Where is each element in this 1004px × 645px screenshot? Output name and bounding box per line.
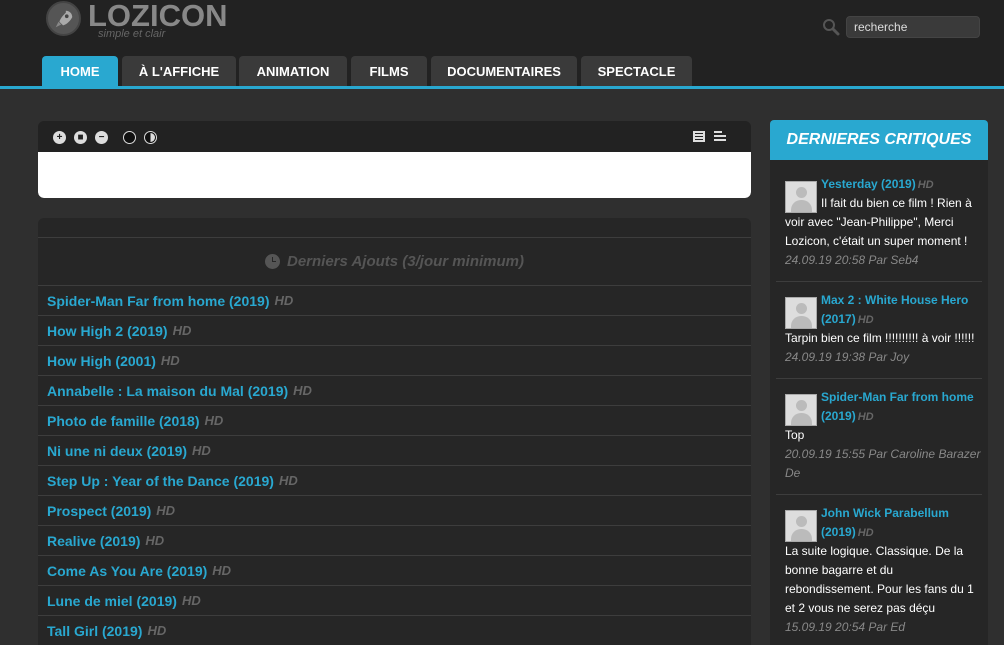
review-item: Yesterday (2019) HD Il fait du bien ce fi…	[776, 172, 982, 282]
hd-badge: HD	[192, 443, 211, 458]
film-title-link[interactable]: Prospect (2019)	[47, 503, 151, 519]
review-text: voir avec "Jean-Philippe", Merci	[785, 215, 954, 229]
review-meta: De	[785, 466, 801, 480]
review-item: Max 2 : White House Hero (2017) HD Tarpin …	[776, 288, 982, 379]
zoom-out-icon[interactable]: −	[95, 131, 108, 144]
review-film-title[interactable]: John Wick Parabellum (2019) HD	[821, 504, 981, 543]
film-row[interactable]: Photo de famille (2018) HD	[38, 406, 751, 436]
rocket-logo-icon[interactable]	[46, 1, 81, 36]
film-row[interactable]: Come As You Are (2019) HD	[38, 556, 751, 586]
hd-badge: HD	[274, 293, 294, 308]
tab-documentaires[interactable]: DOCUMENTAIRES	[431, 56, 577, 86]
hd-badge: HD	[857, 411, 874, 423]
hd-badge: HD	[160, 353, 180, 368]
avatar	[785, 510, 817, 542]
latest-additions-panel: Derniers Ajouts (3/jour minimum) Spider-…	[38, 218, 751, 645]
hd-badge: HD	[145, 533, 165, 548]
review-text: Tarpin bien ce film !!!!!!!!!! à voir !!…	[785, 331, 975, 345]
hd-badge: HD	[857, 314, 874, 326]
review-meta: 24.09.19 19:38 Par Joy	[785, 350, 910, 364]
avatar	[785, 181, 817, 213]
hd-badge: HD	[181, 593, 201, 608]
review-meta: 20.09.19 15:55 Par Caroline Barazer	[785, 447, 981, 461]
hd-badge: HD	[172, 323, 192, 338]
zoom-in-icon[interactable]: +	[53, 131, 66, 144]
latest-reviews-panel: Yesterday (2019) HD Il fait du bien ce fi…	[770, 160, 988, 645]
review-text: et 2 vous ne serez pas déçu	[785, 601, 936, 615]
stop-icon[interactable]: ■	[74, 131, 87, 144]
review-text: rebondissement. Pour les fans du 1	[785, 582, 974, 596]
hd-badge: HD	[204, 413, 224, 428]
film-row[interactable]: Realive (2019) HD	[38, 526, 751, 556]
film-title-link[interactable]: Photo de famille (2018)	[47, 413, 199, 429]
site-tagline: simple et clair	[98, 28, 166, 40]
hd-badge: HD	[857, 527, 874, 539]
review-item: Spider-Man Far from home (2019) HD Top 20.…	[776, 385, 982, 495]
review-meta: 24.09.19 20:58 Par Seb4	[785, 253, 919, 267]
film-row[interactable]: Lune de miel (2019) HD	[38, 586, 751, 616]
film-row[interactable]: Tall Girl (2019) HD	[38, 616, 751, 645]
hd-badge: HD	[156, 503, 176, 518]
review-item: John Wick Parabellum (2019) HD La suite lo…	[776, 501, 982, 645]
player-box: + ■ −	[38, 121, 751, 198]
search-input[interactable]	[846, 16, 980, 38]
film-row[interactable]: How High 2 (2019) HD	[38, 316, 751, 346]
film-row[interactable]: Step Up : Year of the Dance (2019) HD	[38, 466, 751, 496]
film-row[interactable]: Annabelle : La maison du Mal (2019) HD	[38, 376, 751, 406]
review-text: Il fait du bien ce film ! Rien à	[821, 196, 972, 210]
film-title-link[interactable]: Annabelle : La maison du Mal (2019)	[47, 383, 288, 399]
list-view-icon[interactable]	[693, 131, 705, 142]
hd-badge: HD	[212, 563, 232, 578]
avatar	[785, 394, 817, 426]
tab-spectacle[interactable]: SPECTACLE	[581, 56, 692, 86]
review-film-title[interactable]: Yesterday (2019) HD	[821, 175, 981, 195]
hd-badge: HD	[293, 383, 312, 398]
review-film-title[interactable]: Spider-Man Far from home (2019) HD	[821, 388, 981, 427]
tab-home[interactable]: HOME	[42, 56, 118, 86]
search-icon[interactable]	[822, 18, 840, 36]
film-title-link[interactable]: How High (2001)	[47, 353, 156, 369]
header-accent-line	[0, 86, 1004, 89]
review-text: La suite logique. Classique. De la	[785, 544, 964, 558]
film-list: Spider-Man Far from home (2019) HD How Hi…	[38, 286, 751, 645]
film-title-link[interactable]: Step Up : Year of the Dance (2019)	[47, 473, 274, 489]
film-title-link[interactable]: Spider-Man Far from home (2019)	[47, 293, 270, 309]
film-title-link[interactable]: Realive (2019)	[47, 533, 140, 549]
film-title-link[interactable]: How High 2 (2019)	[47, 323, 168, 339]
review-meta: 15.09.19 20:54 Par Ed	[785, 620, 906, 634]
film-title-link[interactable]: Come As You Are (2019)	[47, 563, 207, 579]
film-title-link[interactable]: Ni une ni deux (2019)	[47, 443, 187, 459]
tab-a-l-affiche[interactable]: À L'AFFICHE	[122, 56, 236, 86]
latest-additions-title: Derniers Ajouts (3/jour minimum)	[287, 253, 524, 270]
detail-view-icon[interactable]	[714, 131, 726, 142]
player-toolbar: + ■ −	[38, 121, 751, 152]
tab-animation[interactable]: ANIMATION	[239, 56, 347, 86]
hd-badge: HD	[147, 623, 167, 638]
tab-films[interactable]: FILMS	[351, 56, 427, 86]
film-row[interactable]: How High (2001) HD	[38, 346, 751, 376]
hd-badge: HD	[278, 473, 298, 488]
review-text: Lozicon, c'était un super moment !	[785, 234, 968, 248]
film-row[interactable]: Ni une ni deux (2019) HD	[38, 436, 751, 466]
avatar	[785, 297, 817, 329]
player-content	[38, 152, 751, 198]
review-film-title[interactable]: Max 2 : White House Hero (2017) HD	[821, 291, 981, 330]
review-text: bonne bagarre et du	[785, 563, 894, 577]
clock-icon	[265, 254, 280, 269]
film-title-link[interactable]: Lune de miel (2019)	[47, 593, 177, 609]
hd-badge: HD	[917, 179, 934, 191]
film-row[interactable]: Prospect (2019) HD	[38, 496, 751, 526]
film-row[interactable]: Spider-Man Far from home (2019) HD	[38, 286, 751, 316]
dark-theme-icon[interactable]	[123, 131, 136, 144]
film-title-link[interactable]: Tall Girl (2019)	[47, 623, 142, 639]
latest-reviews-title: DERNIERES CRITIQUES	[770, 120, 988, 160]
review-text: Top	[785, 428, 805, 442]
contrast-icon[interactable]	[144, 131, 157, 144]
latest-additions-header: Derniers Ajouts (3/jour minimum)	[38, 237, 751, 286]
